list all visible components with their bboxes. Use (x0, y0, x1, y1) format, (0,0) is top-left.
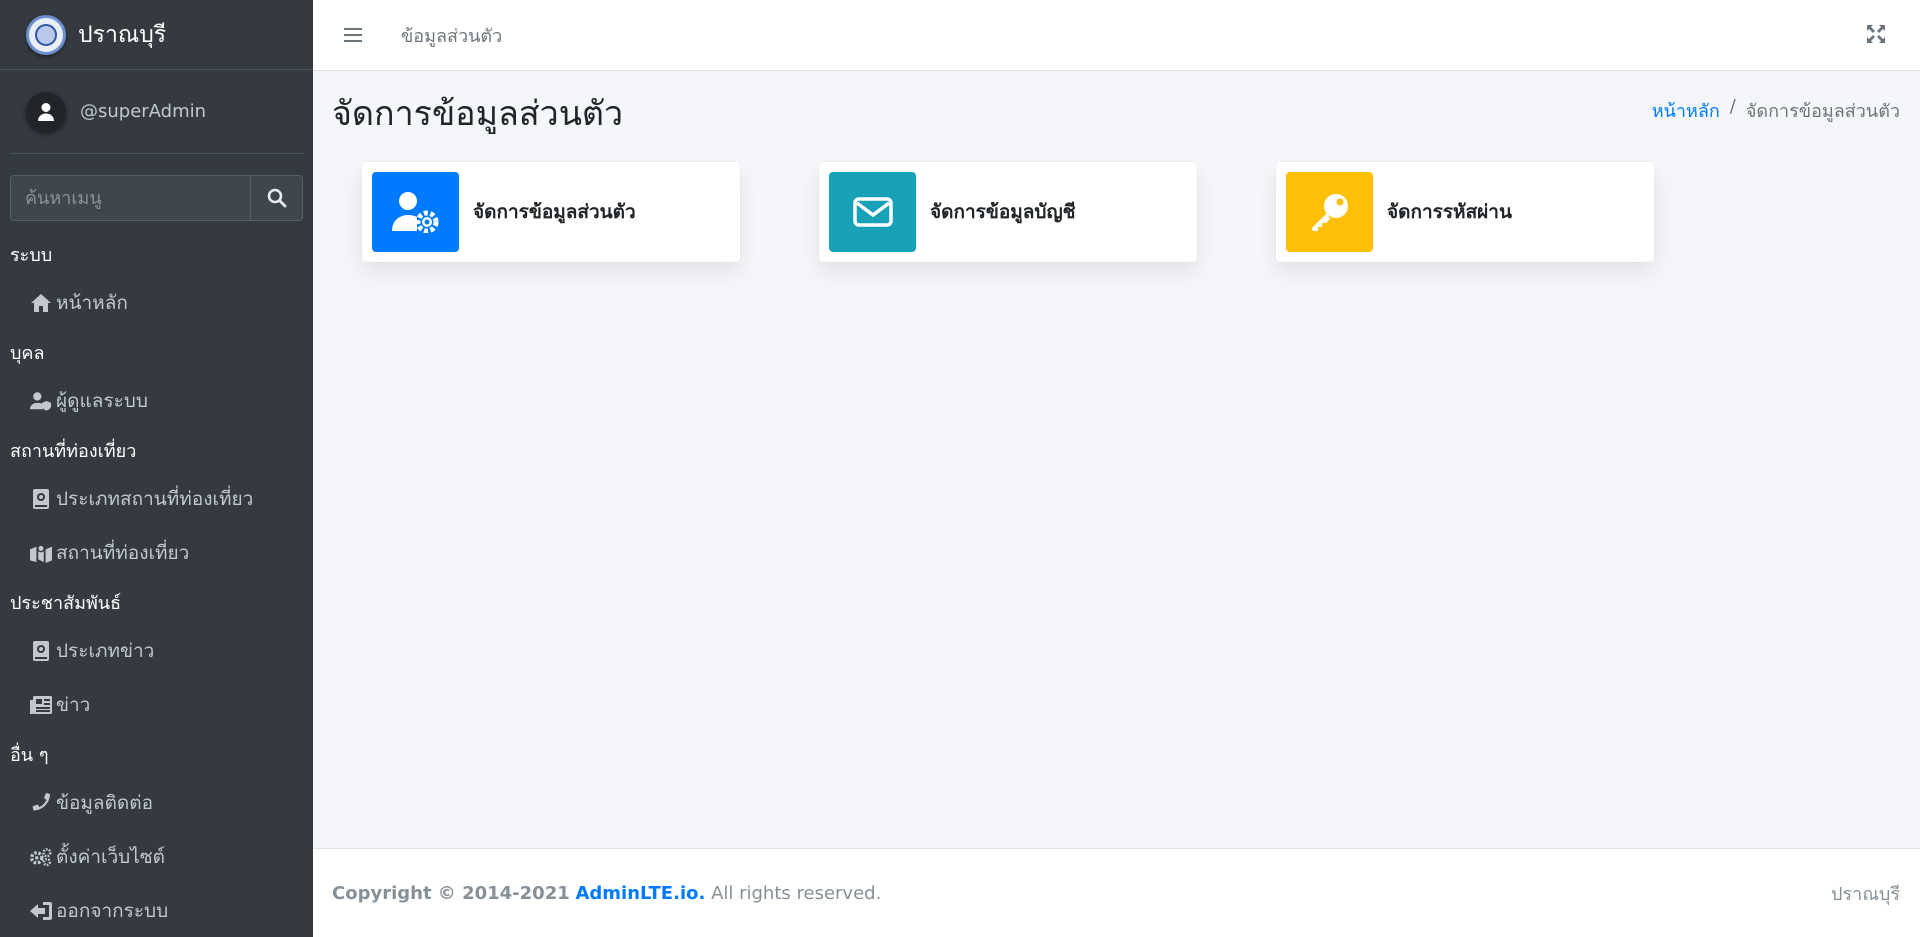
sidebar-item-news[interactable]: ข่าว (0, 678, 313, 732)
nav-header-other: อื่น ๆ (10, 744, 49, 766)
nav-header-system: ระบบ (10, 244, 53, 266)
sidebar-item-news-types[interactable]: ประเภทข่าว (0, 624, 313, 678)
breadcrumb-separator: / (1729, 96, 1736, 117)
footer-right-text: ปราณบุรี (1831, 883, 1900, 905)
card-label: จัดการข้อมูลส่วนตัว (473, 201, 636, 223)
sidebar-item-places[interactable]: สถานที่ท่องเที่ยว (0, 526, 313, 580)
footer-copyright: Copyright © 2014-2021 (332, 882, 570, 904)
sidebar-nav: ระบบ หน้าหลัก บุคล ผู้ดูแลระบบ สถานที่ท่… (0, 232, 313, 937)
sign-out-icon (30, 900, 52, 922)
sidebar-item-label: หน้าหลัก (56, 292, 128, 314)
topbar-profile-link[interactable]: ข้อมูลส่วนตัว (401, 21, 502, 50)
footer: Copyright © 2014-2021 AdminLTE.io. All r… (313, 848, 1920, 937)
brand-link[interactable]: ปราณบุรี (0, 0, 313, 70)
sidebar-search-button[interactable] (250, 176, 302, 220)
sidebar-item-site-settings[interactable]: ตั้งค่าเว็บไซต์ (0, 830, 313, 884)
cogs-icon (30, 846, 52, 868)
user-cog-icon (372, 172, 459, 252)
search-icon (267, 188, 286, 208)
card-manage-profile[interactable]: จัดการข้อมูลส่วนตัว (362, 162, 740, 262)
main-sidebar: ปราณบุรี @superAdmin ระบบ หน้าหลัก บุคล … (0, 0, 313, 937)
user-shield-icon (30, 390, 52, 412)
card-manage-account[interactable]: จัดการข้อมูลบัญชี (819, 162, 1197, 262)
sidebar-item-label: ประเภทสถานที่ท่องเที่ยว (56, 488, 254, 510)
sidebar-item-admins[interactable]: ผู้ดูแลระบบ (0, 374, 313, 428)
envelope-icon (829, 172, 916, 252)
sidebar-item-label: ออกจากระบบ (56, 900, 169, 922)
hamburger-menu-icon[interactable] (343, 25, 363, 45)
card-label: จัดการข้อมูลบัญชี (930, 201, 1076, 223)
key-icon (1286, 172, 1373, 252)
user-avatar-icon (26, 91, 66, 132)
brand-logo-icon (26, 14, 66, 55)
home-icon (30, 292, 52, 314)
breadcrumb-home-link[interactable]: หน้าหลัก (1652, 96, 1720, 125)
sidebar-item-contact[interactable]: ข้อมูลติดต่อ (0, 776, 313, 830)
sidebar-item-home[interactable]: หน้าหลัก (0, 276, 313, 330)
brand-name: ปราณบุรี (78, 21, 167, 48)
nav-header-people: บุคล (10, 342, 45, 364)
breadcrumb: หน้าหลัก / จัดการข้อมูลส่วนตัว (1652, 96, 1900, 125)
sidebar-item-label: ประเภทข่าว (56, 640, 155, 662)
sidebar-item-label: สถานที่ท่องเที่ยว (56, 542, 190, 564)
fullscreen-icon[interactable] (1866, 24, 1888, 46)
sidebar-item-label: ตั้งค่าเว็บไซต์ (56, 846, 166, 868)
atlas-book-icon (30, 488, 52, 510)
breadcrumb-current: จัดการข้อมูลส่วนตัว (1745, 101, 1900, 122)
card-manage-password[interactable]: จัดการรหัสผ่าน (1276, 162, 1654, 262)
sidebar-item-label: ข่าว (56, 694, 91, 716)
sidebar-item-label: ข้อมูลติดต่อ (56, 792, 153, 814)
footer-rights: All rights reserved. (711, 882, 882, 904)
top-navbar: ข้อมูลส่วนตัว (313, 0, 1920, 71)
phone-icon (30, 792, 52, 814)
user-panel[interactable]: @superAdmin (10, 70, 303, 154)
sidebar-item-place-types[interactable]: ประเภทสถานที่ท่องเที่ยว (0, 472, 313, 526)
nav-header-tourism: สถานที่ท่องเที่ยว (10, 440, 137, 462)
content-header: จัดการข้อมูลส่วนตัว (332, 86, 623, 140)
sidebar-search (10, 175, 303, 221)
sidebar-search-input[interactable] (11, 176, 250, 220)
map-marked-icon (30, 542, 52, 564)
sidebar-item-label: ผู้ดูแลระบบ (56, 390, 148, 412)
card-label: จัดการรหัสผ่าน (1387, 201, 1512, 223)
newspaper-icon (30, 694, 52, 716)
page-title: จัดการข้อมูลส่วนตัว (332, 94, 624, 134)
sidebar-item-logout[interactable]: ออกจากระบบ (0, 884, 313, 937)
atlas-book-icon (30, 640, 52, 662)
user-name[interactable]: @superAdmin (80, 101, 206, 122)
nav-header-pr: ประชาสัมพันธ์ (10, 592, 122, 614)
footer-adminlte-link[interactable]: AdminLTE.io. (575, 883, 705, 904)
